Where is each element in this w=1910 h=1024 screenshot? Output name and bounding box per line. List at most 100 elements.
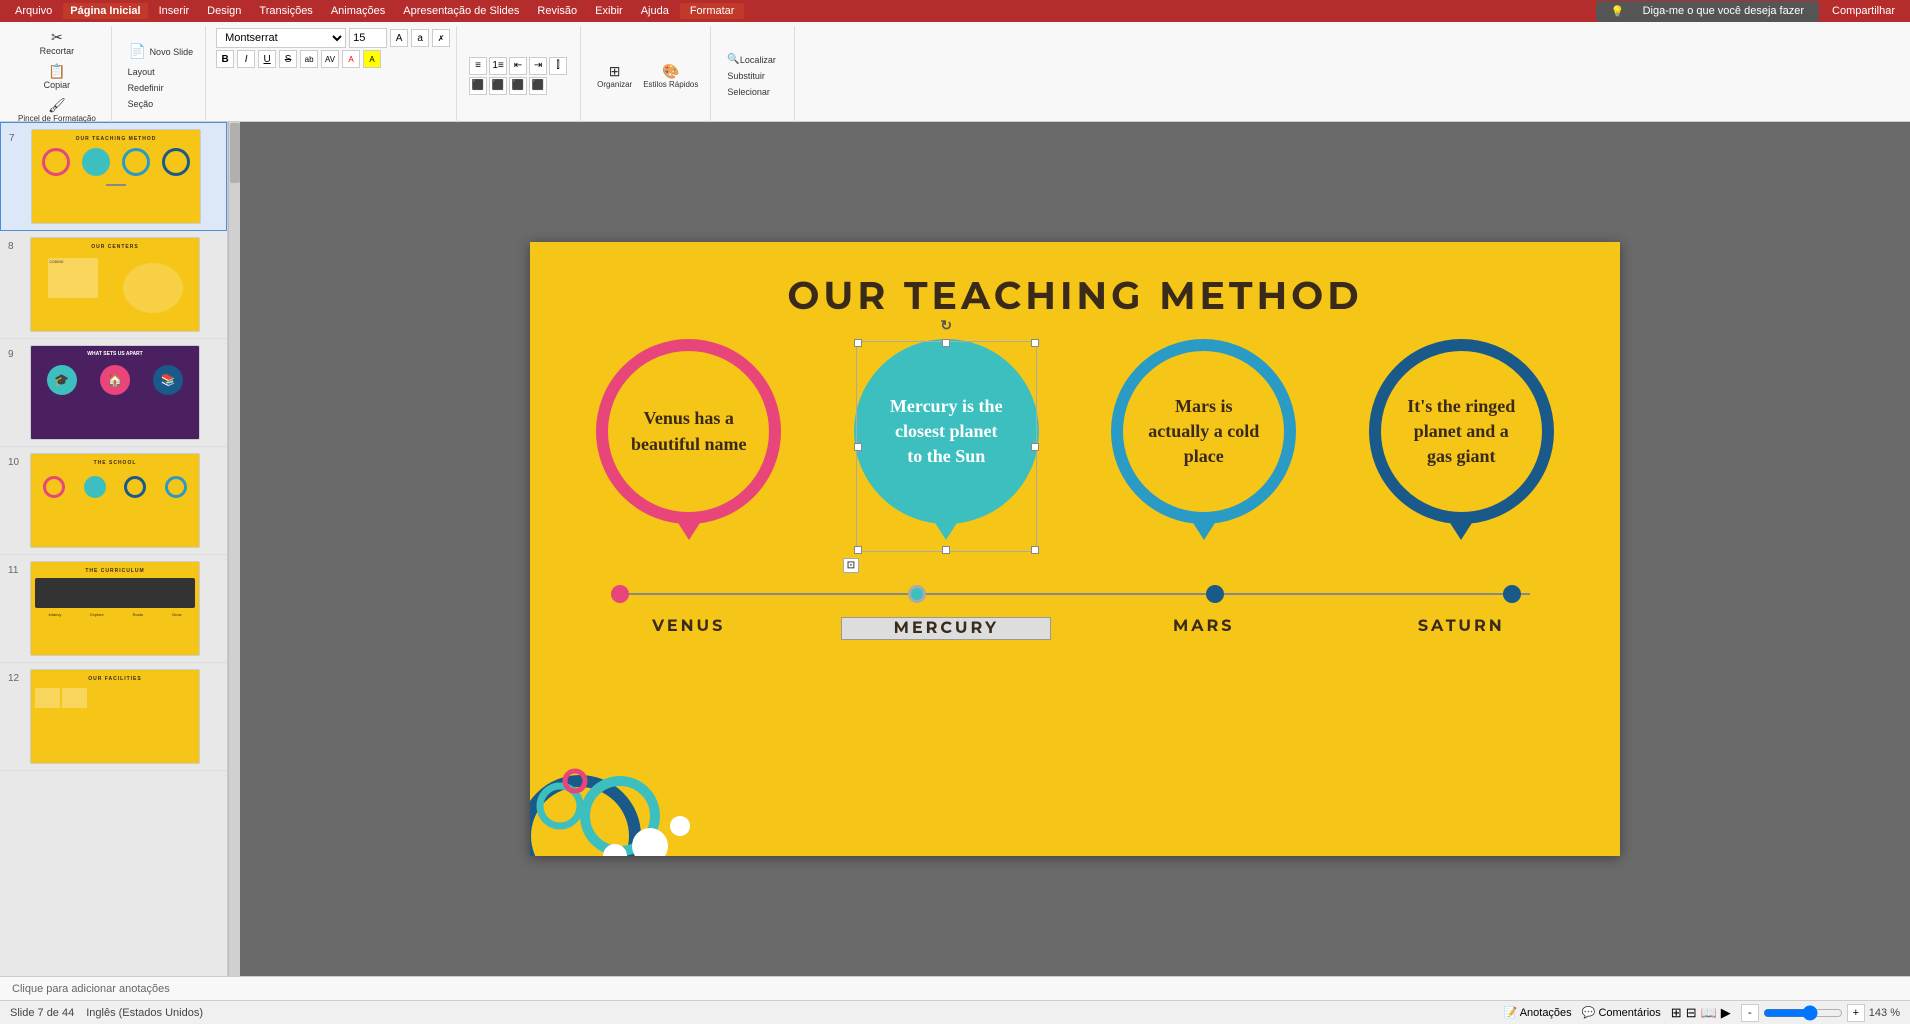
- font-size-input[interactable]: [349, 28, 387, 48]
- localizar-button[interactable]: 🔍 Localizar: [723, 52, 779, 67]
- search-bar[interactable]: 💡 Diga-me o que você deseja fazer: [1596, 1, 1819, 22]
- sidebar-slide-12[interactable]: 12 OUR FACILITIES: [0, 663, 227, 771]
- align-right-button[interactable]: ⬛: [509, 77, 527, 95]
- font-name-select[interactable]: Montserrat: [216, 28, 346, 48]
- substituir-button[interactable]: Substituir: [723, 69, 779, 83]
- saturn-circle[interactable]: It's the ringed planet and a gas giant: [1369, 339, 1554, 524]
- handle-br[interactable]: [1031, 546, 1039, 554]
- deco-bottom-left: [530, 716, 720, 856]
- bullets-button[interactable]: ≡: [469, 57, 487, 75]
- clipboard-items: ✂ Recortar 📋 Copiar 🖌 Pincel de Formataç…: [14, 26, 103, 125]
- scissors-icon: ✂: [47, 28, 67, 46]
- menu-exibir[interactable]: Exibir: [588, 3, 630, 19]
- font-increase-button[interactable]: A: [390, 29, 408, 47]
- layout-button[interactable]: Layout: [124, 65, 198, 79]
- mercury-label[interactable]: MERCURY: [841, 617, 1051, 640]
- decrease-indent-button[interactable]: ⇤: [509, 57, 527, 75]
- recortar-button[interactable]: ✂ Recortar: [14, 26, 100, 58]
- venus-label: VENUS: [584, 617, 794, 640]
- estilos-button[interactable]: 🎨 Estilos Rápidos: [639, 60, 702, 91]
- zoom-slider[interactable]: [1763, 1005, 1843, 1021]
- sidebar-slide-8[interactable]: 8 OUR CENTERS CODING: [0, 231, 227, 339]
- pincel-button[interactable]: 🖌 Pincel de Formatação: [14, 94, 100, 125]
- handle-tl[interactable]: [854, 339, 862, 347]
- timeline: [590, 579, 1560, 609]
- menu-ajuda[interactable]: Ajuda: [634, 3, 676, 19]
- italic-button[interactable]: I: [237, 50, 255, 68]
- selecionar-button[interactable]: Selecionar: [723, 85, 779, 99]
- reading-view-button[interactable]: 📖: [1701, 1005, 1717, 1021]
- saturn-item: It's the ringed planet and a gas giant: [1356, 339, 1566, 524]
- comentarios-button[interactable]: 💬 Comentários: [1582, 1006, 1661, 1019]
- zoom-in-button[interactable]: +: [1847, 1004, 1865, 1022]
- planets-row: Venus has a beautiful name Mercury is th…: [530, 339, 1620, 524]
- status-bar: Slide 7 de 44 Inglês (Estados Unidos) 📝 …: [0, 1000, 1910, 1024]
- anotacoes-button[interactable]: 📝 Anotações: [1504, 1006, 1572, 1019]
- bold-button[interactable]: B: [216, 50, 234, 68]
- align-left-button[interactable]: ⬛: [469, 77, 487, 95]
- sidebar-slide-11[interactable]: 11 THE CURRICULUM Infancy Explore Roots …: [0, 555, 227, 663]
- menu-formatar[interactable]: Formatar: [680, 3, 745, 19]
- slide-canvas[interactable]: OUR TEACHING METHOD Venus has a beautifu…: [530, 242, 1620, 856]
- char-spacing-button[interactable]: AV: [321, 50, 339, 68]
- menu-apresentacao[interactable]: Apresentação de Slides: [396, 3, 526, 19]
- view-controls: ⊞ ⊟ 📖 ▶: [1671, 1005, 1731, 1021]
- menu-arquivo[interactable]: Arquivo: [8, 3, 59, 19]
- canvas-area[interactable]: OUR TEACHING METHOD Venus has a beautifu…: [240, 122, 1910, 976]
- columns-button[interactable]: ⫿: [549, 57, 567, 75]
- zoom-out-button[interactable]: -: [1741, 1004, 1759, 1022]
- redefinir-button[interactable]: Redefinir: [124, 81, 198, 95]
- slide-title: OUR TEACHING METHOD: [530, 272, 1620, 319]
- normal-view-button[interactable]: ⊞: [1671, 1005, 1682, 1021]
- justify-button[interactable]: ⬛: [529, 77, 547, 95]
- mercury-circle[interactable]: Mercury is the closest planet to the Sun: [854, 339, 1039, 524]
- font-group: Montserrat A a ✗ B I U S ab AV A A Fonte: [210, 26, 457, 137]
- secao-button[interactable]: Seção: [124, 97, 198, 111]
- strikethrough-button[interactable]: S: [279, 50, 297, 68]
- sidebar-scrollbar[interactable]: [228, 122, 240, 976]
- font-decrease-button[interactable]: a: [411, 29, 429, 47]
- share-button[interactable]: Compartilhar: [1825, 3, 1902, 19]
- menu-animacoes[interactable]: Animações: [324, 3, 392, 19]
- numbering-button[interactable]: 1≡: [489, 57, 507, 75]
- venus-circle[interactable]: Venus has a beautiful name: [596, 339, 781, 524]
- slide-sorter-button[interactable]: ⊟: [1686, 1005, 1697, 1021]
- highlight-button[interactable]: A: [363, 50, 381, 68]
- saturn-dot: [1503, 585, 1521, 603]
- menu-design[interactable]: Design: [200, 3, 248, 19]
- handle-bottom[interactable]: [942, 546, 950, 554]
- presenter-view-button[interactable]: ▶: [1721, 1005, 1731, 1021]
- menu-pagina-inicial[interactable]: Página Inicial: [63, 3, 147, 19]
- zoom-controls: - + 143 %: [1741, 1004, 1900, 1022]
- shadow-button[interactable]: ab: [300, 50, 318, 68]
- handle-left[interactable]: [854, 443, 862, 451]
- menu-inserir[interactable]: Inserir: [152, 3, 197, 19]
- mercury-dot: [908, 585, 926, 603]
- lightbulb-icon: 💡: [1604, 3, 1632, 20]
- sidebar-slide-7[interactable]: 7 OUR TEACHING METHOD: [0, 122, 227, 231]
- align-center-button[interactable]: ⬛: [489, 77, 507, 95]
- scrollbar-thumb[interactable]: [230, 123, 240, 183]
- notes-area[interactable]: Clique para adicionar anotações: [0, 976, 1910, 1000]
- resize-icon[interactable]: ⊡: [843, 558, 859, 573]
- search-icon: 🔍: [727, 54, 739, 65]
- rotate-handle[interactable]: ↻: [940, 318, 952, 335]
- slides-items: 📄 Novo Slide Layout Redefinir Seção: [124, 26, 198, 125]
- underline-button[interactable]: U: [258, 50, 276, 68]
- handle-bl[interactable]: [854, 546, 862, 554]
- copiar-button[interactable]: 📋 Copiar: [14, 60, 100, 92]
- mars-circle[interactable]: Mars is actually a cold place: [1111, 339, 1296, 524]
- menu-revisao[interactable]: Revisão: [530, 3, 584, 19]
- font-color-button[interactable]: A: [342, 50, 360, 68]
- sidebar-slide-10[interactable]: 10 THE SCHOOL: [0, 447, 227, 555]
- sidebar-slide-9[interactable]: 9 WHAT SETS US APART 🎓 🏠 📚: [0, 339, 227, 447]
- increase-indent-button[interactable]: ⇥: [529, 57, 547, 75]
- clear-format-button[interactable]: ✗: [432, 29, 450, 47]
- handle-right[interactable]: [1031, 443, 1039, 451]
- novo-slide-button[interactable]: 📄 Novo Slide: [124, 41, 198, 63]
- organizar-button[interactable]: ⊞ Organizar: [593, 60, 636, 91]
- handle-top[interactable]: [942, 339, 950, 347]
- slide-preview-7: OUR TEACHING METHOD: [31, 129, 201, 224]
- menu-transicoes[interactable]: Transições: [252, 3, 319, 19]
- handle-tr[interactable]: [1031, 339, 1039, 347]
